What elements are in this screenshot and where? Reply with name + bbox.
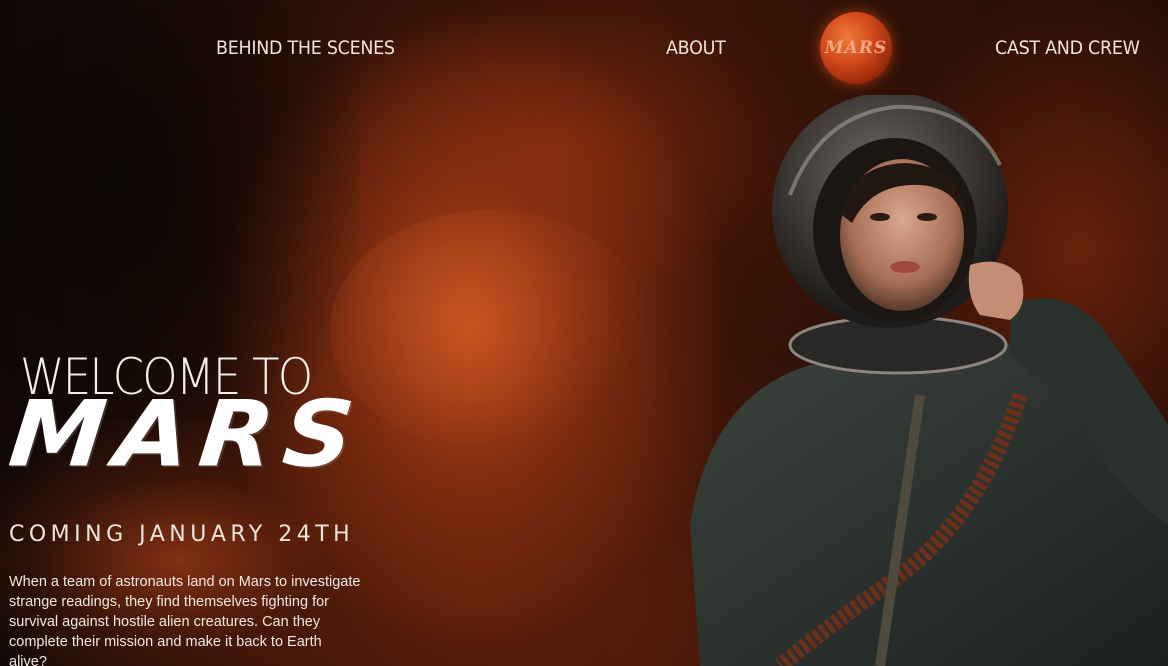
rock-highlight	[330, 210, 650, 450]
release-date: COMING JANUARY 24TH	[9, 522, 355, 547]
mars-planet-logo-icon[interactable]: MARS	[820, 12, 892, 84]
synopsis-text: When a team of astronauts land on Mars t…	[9, 574, 361, 666]
nav-cast-and-crew[interactable]: CAST AND CREW	[995, 37, 1140, 59]
astronaut-image	[690, 95, 1168, 666]
nav-about[interactable]: ABOUT	[666, 37, 726, 59]
nav-behind-the-scenes[interactable]: BEHIND THE SCENES	[216, 37, 395, 59]
logo-text: MARS	[824, 38, 888, 58]
mars-title: MARS	[4, 380, 369, 488]
hero-section: BEHIND THE SCENES ABOUT MARS CAST AND CR…	[0, 0, 1168, 666]
